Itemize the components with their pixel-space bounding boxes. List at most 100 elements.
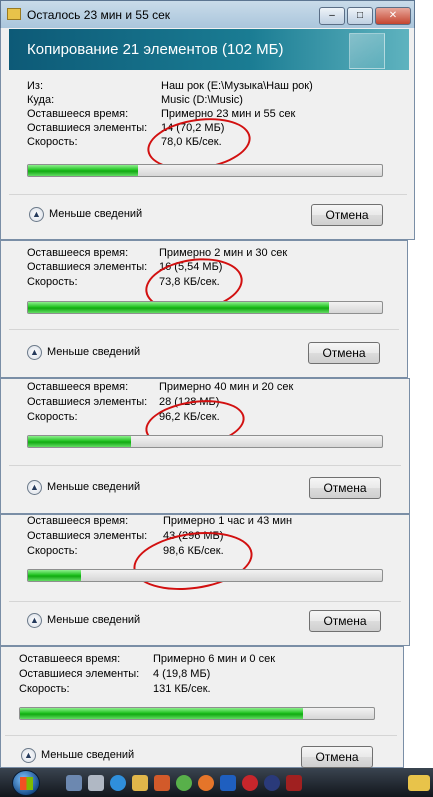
speed-label: Скорость: xyxy=(27,136,78,148)
speed-label: Скорость: xyxy=(27,411,78,423)
chat-icon[interactable] xyxy=(176,775,192,791)
dialog-header: Копирование 21 элементов (102 МБ) xyxy=(9,29,409,70)
speed-label: Скорость: xyxy=(27,276,78,288)
app-icon[interactable] xyxy=(286,775,302,791)
time-left-value: Примерно 2 мин и 30 сек xyxy=(159,247,288,259)
dialog-header-title: Копирование 21 элементов (102 МБ) xyxy=(27,41,284,58)
time-left-label: Оставшееся время: xyxy=(27,108,129,120)
progress-fill xyxy=(28,436,131,447)
progress-fill xyxy=(28,165,138,176)
chevron-up-icon: ▲ xyxy=(29,206,44,222)
maximize-button[interactable]: □ xyxy=(347,7,373,25)
title-bar: Осталось 23 мин и 55 сек – □ ✕ xyxy=(0,0,415,28)
window-title: Осталось 23 мин и 55 сек xyxy=(27,8,171,22)
less-details-label: Меньше сведений xyxy=(41,749,135,761)
separator xyxy=(5,735,397,736)
progress-bar xyxy=(19,707,375,720)
progress-bar xyxy=(27,164,383,177)
time-left-label: Оставшееся время: xyxy=(27,381,129,393)
less-details-toggle[interactable]: ▲ Меньше сведений xyxy=(27,343,140,361)
speed-value: 131 КБ/сек. xyxy=(153,683,211,695)
less-details-label: Меньше сведений xyxy=(49,208,143,220)
progress-bar xyxy=(27,435,383,448)
cancel-button[interactable]: Отмена xyxy=(309,610,381,632)
firefox-icon[interactable] xyxy=(198,775,214,791)
cancel-button[interactable]: Отмена xyxy=(301,746,373,768)
time-left-value: Примерно 40 мин и 20 сек xyxy=(159,381,294,393)
window-icon xyxy=(7,8,21,20)
items-left-label: Оставшиеся элементы: xyxy=(27,122,148,134)
time-left-value: Примерно 6 мин и 0 сек xyxy=(153,653,276,665)
copy-animation-icon xyxy=(349,33,385,69)
items-left-value: 4 (19,8 МБ) xyxy=(153,668,211,680)
copy-dialog-4: Оставшееся время: Примерно 1 час и 43 ми… xyxy=(0,514,410,646)
opera-icon[interactable] xyxy=(242,775,258,791)
cancel-button[interactable]: Отмена xyxy=(309,477,381,499)
progress-fill xyxy=(28,302,329,313)
bluetooth-icon[interactable] xyxy=(220,775,236,791)
calculator-icon[interactable] xyxy=(88,775,104,791)
less-details-toggle[interactable]: ▲ Меньше сведений xyxy=(27,611,140,629)
windows-logo-icon xyxy=(20,777,33,790)
chevron-up-icon: ▲ xyxy=(21,747,36,763)
speed-label: Скорость: xyxy=(19,683,70,695)
time-left-value: Примерно 23 мин и 55 сек xyxy=(161,108,296,120)
media-icon[interactable] xyxy=(154,775,170,791)
minimize-button[interactable]: – xyxy=(319,7,345,25)
progress-fill xyxy=(20,708,304,719)
separator xyxy=(9,601,401,602)
less-details-label: Меньше сведений xyxy=(47,481,141,493)
time-left-value: Примерно 1 час и 43 мин xyxy=(163,515,293,527)
desktop-icon[interactable] xyxy=(66,775,82,791)
copy-dialog-3: Оставшееся время: Примерно 40 мин и 20 с… xyxy=(0,378,410,514)
less-details-label: Меньше сведений xyxy=(47,346,141,358)
items-left-label: Оставшиеся элементы: xyxy=(27,530,148,542)
chevron-up-icon: ▲ xyxy=(27,612,42,628)
items-left-label: Оставшиеся элементы: xyxy=(27,396,148,408)
items-left-label: Оставшиеся элементы: xyxy=(27,261,148,273)
cancel-button[interactable]: Отмена xyxy=(308,342,380,364)
time-left-label: Оставшееся время: xyxy=(27,515,129,527)
less-details-toggle[interactable]: ▲ Меньше сведений xyxy=(21,746,134,764)
to-value: Music (D:\Music) xyxy=(161,94,243,106)
from-label: Из: xyxy=(27,80,44,92)
progress-fill xyxy=(28,570,82,581)
cancel-button[interactable]: Отмена xyxy=(311,204,383,226)
speed-value: 98,6 КБ/сек. xyxy=(163,545,224,557)
speed-value: 96,2 КБ/сек. xyxy=(159,411,220,423)
items-left-value: 14 (70,2 МБ) xyxy=(161,122,225,134)
close-icon: ✕ xyxy=(388,10,398,21)
copy-dialog-2: Оставшееся время: Примерно 2 мин и 30 се… xyxy=(0,240,408,378)
items-left-value: 28 (128 МБ) xyxy=(159,396,220,408)
chevron-up-icon: ▲ xyxy=(27,479,42,495)
progress-bar xyxy=(27,301,383,314)
separator xyxy=(9,465,401,466)
motorola-icon[interactable] xyxy=(264,775,280,791)
speed-label: Скорость: xyxy=(27,545,78,557)
folder-icon[interactable] xyxy=(132,775,148,791)
separator xyxy=(9,329,399,330)
explorer-taskbar-icon[interactable] xyxy=(408,775,430,791)
internet-explorer-icon[interactable] xyxy=(110,775,126,791)
items-left-value: 16 (5,54 МБ) xyxy=(159,261,223,273)
items-left-label: Оставшиеся элементы: xyxy=(19,668,140,680)
close-button[interactable]: ✕ xyxy=(375,7,411,25)
speed-value: 73,8 КБ/сек. xyxy=(159,276,220,288)
maximize-icon: □ xyxy=(356,10,364,21)
minimize-icon: – xyxy=(329,10,335,21)
items-left-value: 43 (296 МБ) xyxy=(163,530,224,542)
time-left-label: Оставшееся время: xyxy=(19,653,121,665)
less-details-label: Меньше сведений xyxy=(47,614,141,626)
speed-value: 78,0 КБ/сек. xyxy=(161,136,222,148)
less-details-toggle[interactable]: ▲ Меньше сведений xyxy=(29,205,142,223)
taskbar xyxy=(0,768,433,797)
copy-dialog-5: Оставшееся время: Примерно 6 мин и 0 сек… xyxy=(0,646,404,768)
to-label: Куда: xyxy=(27,94,55,106)
progress-bar xyxy=(27,569,383,582)
separator xyxy=(9,194,407,195)
start-button[interactable] xyxy=(12,770,40,796)
time-left-label: Оставшееся время: xyxy=(27,247,129,259)
less-details-toggle[interactable]: ▲ Меньше сведений xyxy=(27,478,140,496)
from-value: Наш рок (E:\Музыка\Наш рок) xyxy=(161,80,313,92)
copy-dialog-1: Осталось 23 мин и 55 сек – □ ✕ Копирован… xyxy=(0,0,415,240)
